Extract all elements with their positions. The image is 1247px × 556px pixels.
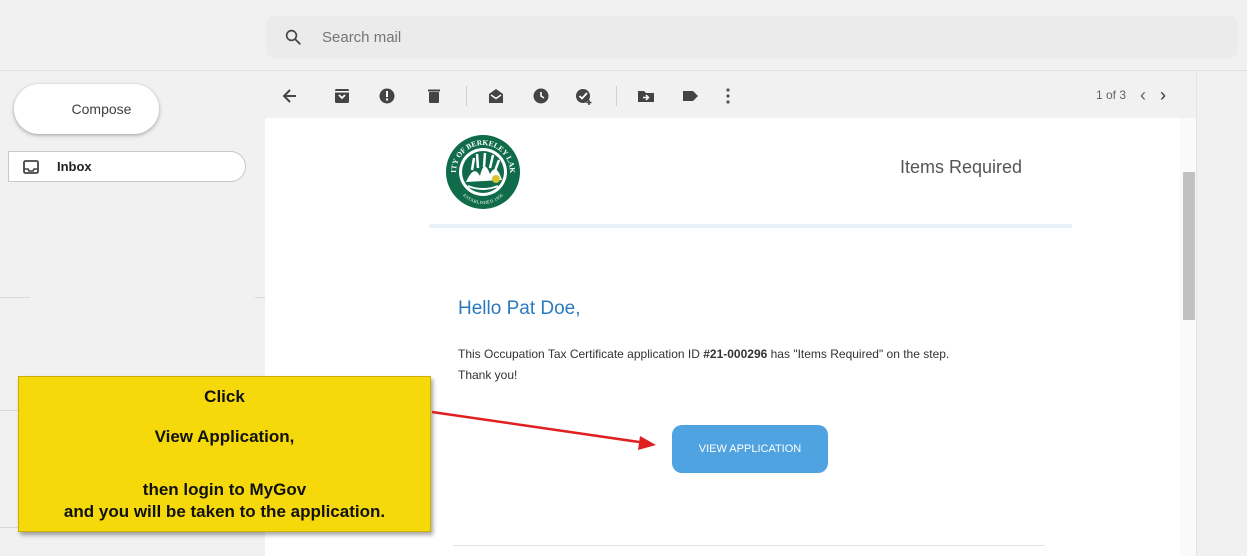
application-id: #21-000296 — [703, 347, 768, 361]
inbox-icon — [23, 159, 39, 174]
divider — [0, 297, 30, 298]
divider — [0, 527, 20, 528]
callout-line: and you will be taken to the application… — [63, 502, 386, 521]
pager: 1 of 3 ‹ › — [1095, 86, 1166, 104]
search-icon[interactable] — [284, 28, 302, 46]
delete-icon[interactable] — [424, 86, 444, 106]
labels-icon[interactable] — [680, 86, 700, 106]
pager-count: 1 of 3 — [1095, 88, 1126, 102]
city-seal-logo: CITY OF BERKELEY LAKE ESTABLISHED 1956 — [444, 134, 520, 209]
message-text: This Occupation Tax Certificate applicat… — [458, 347, 704, 361]
right-side-panel — [1196, 71, 1247, 556]
email-greeting: Hello Pat Doe, — [458, 298, 581, 319]
message-toolbar: 1 of 3 ‹ › — [266, 80, 1196, 112]
red-arrow-annotation — [431, 410, 656, 450]
sidebar-item-inbox[interactable]: Inbox — [8, 151, 246, 182]
chevron-left-icon[interactable]: ‹ — [1140, 86, 1146, 104]
email-message: This Occupation Tax Certificate applicat… — [458, 344, 1078, 386]
callout-line: View Application, — [154, 427, 295, 446]
archive-icon[interactable] — [332, 86, 352, 106]
add-to-tasks-icon[interactable] — [574, 86, 594, 106]
divider — [255, 297, 265, 298]
compose-button[interactable]: Compose — [14, 84, 159, 134]
header-divider — [429, 224, 1072, 228]
callout-line: Click — [204, 387, 245, 406]
search-input[interactable] — [320, 27, 924, 47]
thanks-text: Thank you! — [458, 368, 518, 382]
mark-unread-icon[interactable] — [486, 86, 506, 106]
toolbar-separator — [466, 86, 467, 106]
snooze-icon[interactable] — [531, 86, 551, 106]
compose-label: Compose — [71, 101, 132, 117]
top-divider — [0, 70, 1247, 71]
sidebar-item-label: Inbox — [57, 159, 92, 174]
callout-line: then login to MyGov — [142, 480, 307, 499]
move-to-icon[interactable] — [636, 86, 656, 106]
email-header-title: Items Required — [900, 157, 1023, 177]
scrollbar-thumb[interactable] — [1183, 172, 1195, 320]
report-spam-icon[interactable] — [377, 86, 397, 106]
chevron-right-icon[interactable]: › — [1160, 86, 1166, 104]
search-bar[interactable] — [266, 16, 1238, 58]
instruction-callout: Click View Application, then login to My… — [18, 376, 431, 532]
footer-divider — [453, 545, 1045, 546]
message-text: has "Items Required" on the step. — [767, 347, 950, 361]
view-application-button[interactable]: VIEW APPLICATION — [672, 425, 828, 473]
more-icon[interactable] — [718, 86, 738, 106]
divider — [0, 410, 20, 411]
back-arrow-icon[interactable] — [280, 86, 300, 106]
toolbar-separator — [616, 86, 617, 106]
